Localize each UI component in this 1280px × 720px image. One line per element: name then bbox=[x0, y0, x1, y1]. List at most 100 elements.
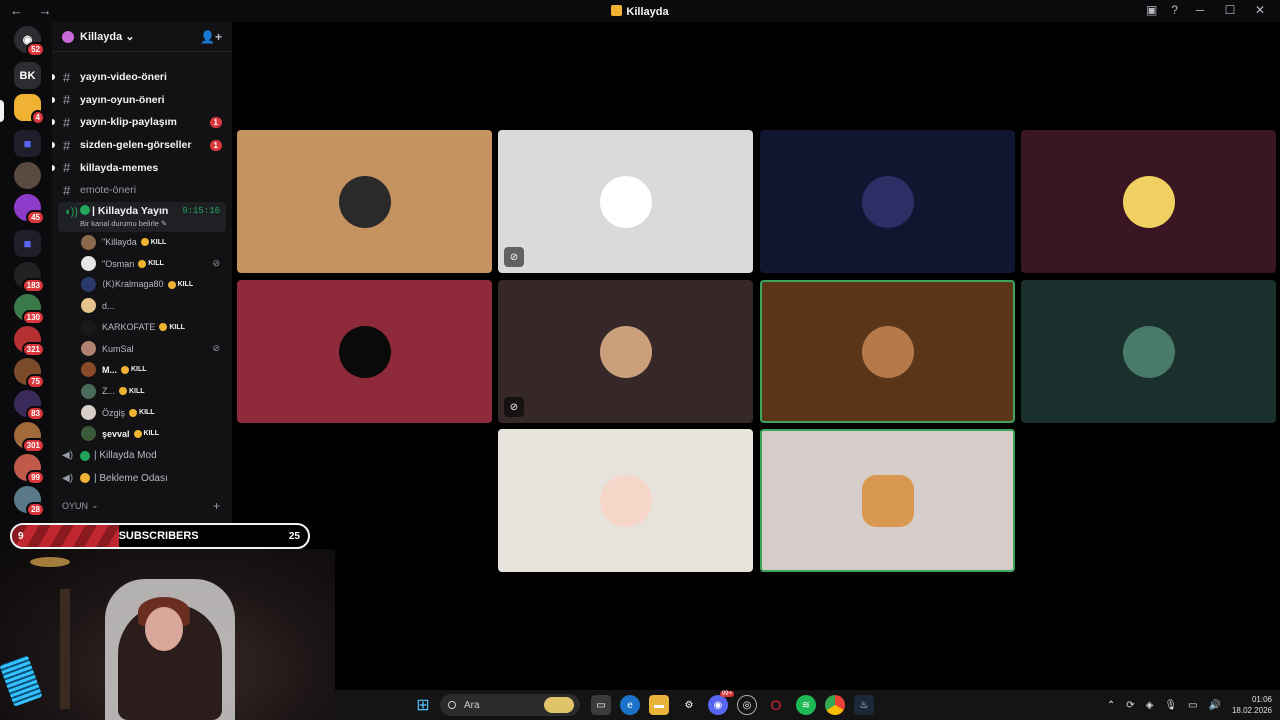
server-icon bbox=[611, 5, 623, 16]
tag-emoji-icon bbox=[167, 280, 176, 289]
server-11[interactable]: 301 bbox=[14, 422, 45, 453]
server-4[interactable]: 45 bbox=[14, 194, 45, 225]
server-folder-2[interactable]: ■ bbox=[14, 230, 41, 257]
participant-tile[interactable] bbox=[760, 130, 1015, 273]
participant-tile[interactable] bbox=[498, 429, 753, 572]
microphone-icon[interactable]: 🎙 bbox=[1164, 700, 1177, 711]
voice-member[interactable]: M... KILL bbox=[52, 359, 232, 380]
maximize-button[interactable]: ☐ bbox=[1222, 3, 1238, 17]
tag-emoji-icon bbox=[133, 429, 142, 438]
voice-member[interactable]: KARKOFATE KILL bbox=[52, 317, 232, 338]
voice-member[interactable]: ⟨K⟩Kralmaga80 KILL bbox=[52, 274, 232, 295]
server-badge: 45 bbox=[26, 210, 45, 225]
server-header[interactable]: Killayda ⌄ 👤+ bbox=[52, 22, 232, 52]
member-tag: KILL bbox=[159, 323, 185, 332]
participant-tile[interactable] bbox=[760, 280, 1015, 423]
avatar bbox=[81, 255, 96, 271]
participant-tile[interactable]: ⊘ bbox=[498, 280, 753, 423]
voice-channel-label: | Killayda Mod bbox=[94, 450, 157, 462]
member-tag-text: KILL bbox=[150, 238, 167, 246]
server-badge: 28 bbox=[26, 502, 45, 517]
server-7[interactable]: 130 bbox=[14, 294, 45, 325]
task-view-icon[interactable]: ▭ bbox=[591, 695, 611, 715]
chevron-up-icon[interactable]: ⌃ bbox=[1107, 700, 1115, 711]
participant-tile[interactable] bbox=[1021, 130, 1276, 273]
steelseries-icon[interactable]: ⚙ bbox=[679, 695, 699, 715]
inbox-icon[interactable]: ▣ bbox=[1146, 3, 1157, 17]
lamp bbox=[30, 557, 70, 567]
obs-icon[interactable]: ◎ bbox=[737, 695, 757, 715]
participant-tile[interactable] bbox=[237, 130, 492, 273]
system-tray: ⌃ ⟳ ◈ 🎙 ▭ 🔊 01:06 18.02.2026 bbox=[1107, 694, 1272, 716]
text-channel[interactable]: # yayın-oyun-öneri bbox=[52, 89, 232, 112]
voice-channel-waiting[interactable]: ◀) | Bekleme Odası bbox=[52, 467, 232, 490]
server-13[interactable]: 28 bbox=[14, 486, 45, 517]
home-discord-button[interactable]: ◉ 52 bbox=[14, 26, 45, 57]
server-killayda[interactable]: 4 bbox=[14, 94, 45, 125]
add-channel-icon[interactable]: + bbox=[213, 499, 220, 513]
voice-member[interactable]: Z... KILL bbox=[52, 381, 232, 402]
server-10[interactable]: 83 bbox=[14, 390, 45, 421]
member-tag: KILL bbox=[140, 238, 167, 247]
participant-avatar bbox=[1122, 325, 1175, 378]
windows-start-icon[interactable]: ⊞ bbox=[413, 695, 433, 715]
channel-emoji-icon bbox=[80, 204, 90, 215]
server-folder-1[interactable]: ■ bbox=[14, 130, 41, 157]
system-clock[interactable]: 01:06 18.02.2026 bbox=[1232, 694, 1272, 716]
channel-name: yayın-klip-paylaşım bbox=[80, 116, 177, 129]
participant-tile[interactable]: ⊘ bbox=[498, 130, 753, 273]
copilot-icon[interactable]: ◈ bbox=[1146, 700, 1154, 711]
voice-member[interactable]: "Killayda KILL bbox=[52, 232, 232, 253]
member-tag-text: KILL bbox=[131, 366, 147, 374]
channel-status[interactable]: Bir kanal durumu belirle ✎ bbox=[80, 219, 167, 228]
pencil-icon: ✎ bbox=[160, 218, 168, 228]
muted-mic-icon: ⊘ bbox=[212, 343, 220, 354]
sync-icon[interactable]: ⟳ bbox=[1126, 700, 1134, 711]
text-channel[interactable]: # yayın-video-öneri bbox=[52, 66, 232, 89]
network-icon[interactable]: ▭ bbox=[1188, 700, 1197, 711]
opera-gx-icon[interactable]: O bbox=[766, 695, 786, 715]
voice-channel-mod[interactable]: ◀) | Killayda Mod bbox=[52, 445, 232, 468]
invite-people-icon[interactable]: 👤+ bbox=[200, 30, 222, 44]
minimize-button[interactable]: ─ bbox=[1192, 3, 1208, 17]
member-tag: KILL bbox=[129, 408, 155, 417]
voice-member[interactable]: "Osman KILL ⊘ bbox=[52, 253, 232, 274]
voice-member[interactable]: KumSal ⊘ bbox=[52, 338, 232, 359]
edge-icon[interactable]: e bbox=[620, 695, 640, 715]
window-controls: ▣ ? ─ ☐ ✕ bbox=[1146, 3, 1268, 17]
member-tag: KILL bbox=[119, 387, 145, 396]
text-channel[interactable]: # killayda-memes bbox=[52, 156, 232, 179]
category-oyun[interactable]: OYUN ⌄ + bbox=[52, 496, 232, 516]
participant-tile[interactable] bbox=[237, 280, 492, 423]
goal-current: 9 bbox=[18, 530, 24, 542]
participant-tile[interactable] bbox=[760, 429, 1015, 572]
voice-member[interactable]: Özgiş KILL bbox=[52, 402, 232, 423]
close-button[interactable]: ✕ bbox=[1252, 3, 1268, 17]
server-8[interactable]: 321 bbox=[14, 326, 45, 357]
channel-name: yayın-video-öneri bbox=[80, 71, 167, 84]
voice-member[interactable]: şevval KILL bbox=[52, 423, 232, 444]
server-6[interactable]: 183 bbox=[14, 262, 45, 293]
taskbar-search[interactable]: Ara bbox=[440, 694, 580, 716]
avatar bbox=[81, 277, 96, 293]
server-12[interactable]: 99 bbox=[14, 454, 45, 485]
voice-member[interactable]: d... bbox=[52, 295, 232, 316]
volume-icon[interactable]: 🔊 bbox=[1209, 700, 1221, 711]
server-3[interactable] bbox=[14, 162, 41, 189]
participant-tile[interactable] bbox=[1021, 280, 1276, 423]
text-channel[interactable]: # sizden-gelen-görseller 1 bbox=[52, 134, 232, 157]
file-explorer-icon[interactable]: ▬ bbox=[649, 695, 669, 715]
spotify-icon[interactable]: ≋ bbox=[796, 695, 816, 715]
server-bk[interactable]: BK bbox=[14, 62, 41, 89]
text-channel[interactable]: # yayın-klip-paylaşım 1 bbox=[52, 111, 232, 134]
voice-member-list: "Killayda KILL "Osman KILL ⊘ ⟨K⟩Kralmaga80 KIL… bbox=[52, 232, 232, 445]
text-channel[interactable]: # emote-öneri bbox=[52, 179, 232, 202]
active-voice-channel[interactable]: ◖)) | Killayda Yayın 9:15:16 Bir kanal d… bbox=[58, 201, 226, 232]
chrome-icon[interactable] bbox=[825, 695, 845, 715]
member-name: M... bbox=[102, 364, 117, 375]
member-name: Z... bbox=[102, 386, 115, 397]
help-icon[interactable]: ? bbox=[1171, 3, 1178, 17]
steam-icon[interactable]: ♨ bbox=[854, 695, 874, 715]
discord-taskbar-icon[interactable]: ◉ 99+ bbox=[708, 691, 734, 715]
server-9[interactable]: 75 bbox=[14, 358, 45, 389]
